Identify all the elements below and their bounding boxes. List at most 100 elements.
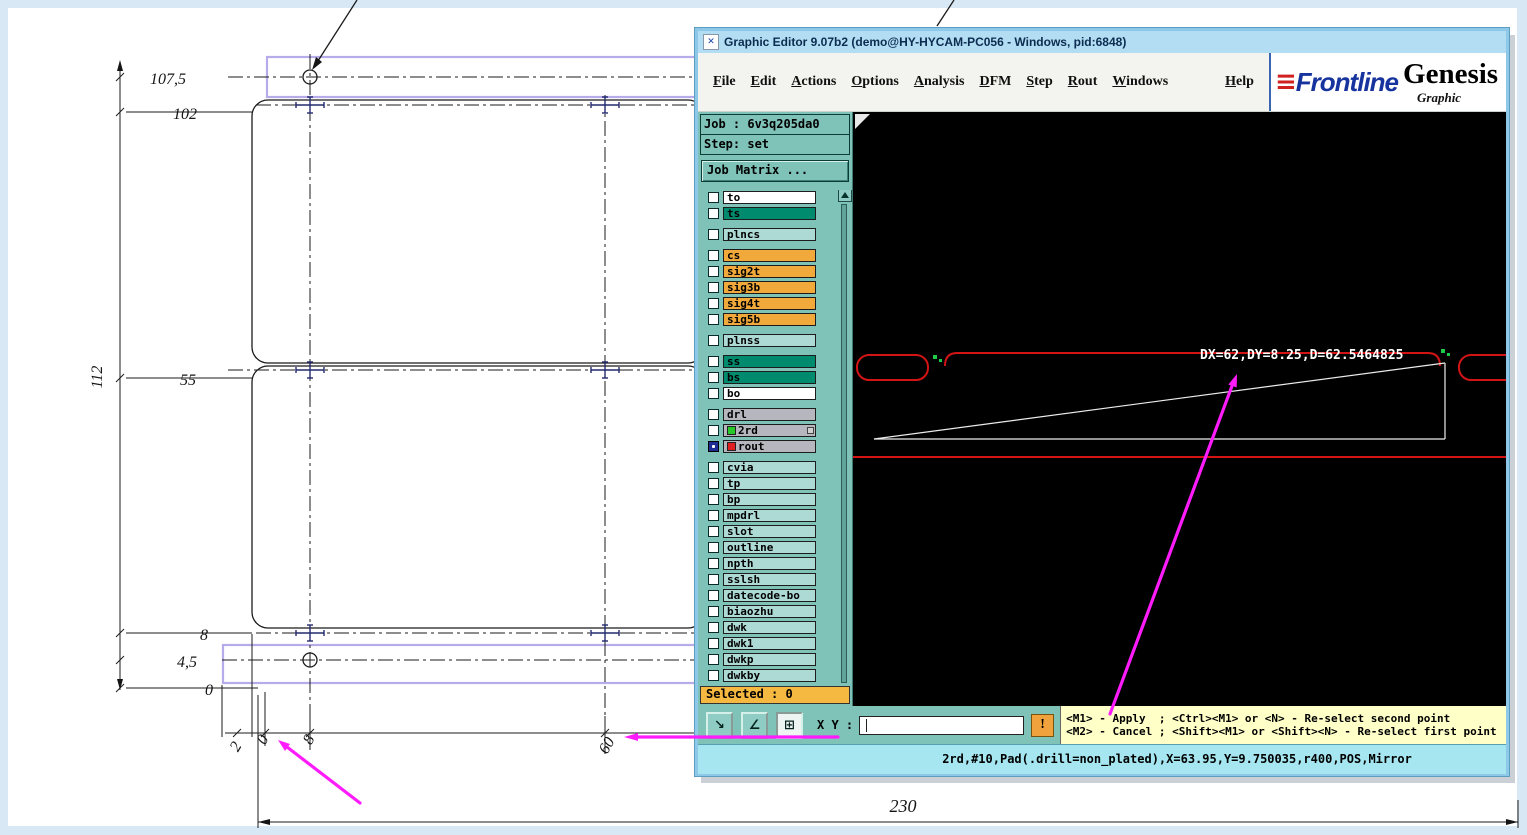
layer-name-cell[interactable]: sig3b xyxy=(723,281,816,294)
layer-visibility-checkbox[interactable] xyxy=(708,558,719,569)
layer-name-cell[interactable]: tp xyxy=(723,477,816,490)
layer-name-cell[interactable]: npth xyxy=(723,557,816,570)
layer-name-cell[interactable]: to xyxy=(723,191,816,204)
layer-name-cell[interactable]: 2rd xyxy=(723,424,816,437)
layer-name-cell[interactable]: sig2t xyxy=(723,265,816,278)
grid-tool-button[interactable]: ⊞ xyxy=(776,711,803,739)
layer-label: plnss xyxy=(727,334,761,347)
layer-label: biaozhu xyxy=(727,605,774,618)
layer-name-cell[interactable]: rout xyxy=(723,440,816,453)
layer-visibility-checkbox[interactable] xyxy=(708,590,719,601)
layer-name-cell[interactable]: drl xyxy=(723,408,816,421)
layer-row-sig4t: sig4t xyxy=(708,296,830,311)
layer-visibility-checkbox[interactable] xyxy=(708,462,719,473)
layer-visibility-checkbox[interactable] xyxy=(708,510,719,521)
job-matrix-button[interactable]: Job Matrix ... xyxy=(701,160,849,182)
layer-visibility-checkbox[interactable] xyxy=(708,356,719,367)
layer-row-drl: drl xyxy=(708,407,830,422)
layer-name-cell[interactable]: cvia xyxy=(723,461,816,474)
editor-canvas[interactable]: DX=62,DY=8.25,D=62.5464825 xyxy=(853,112,1506,706)
layer-visibility-checkbox[interactable] xyxy=(708,372,719,383)
layer-visibility-checkbox[interactable] xyxy=(708,622,719,633)
layer-name-cell[interactable]: bp xyxy=(723,493,816,506)
layer-name-cell[interactable]: sslsh xyxy=(723,573,816,586)
dimension-label: 0 xyxy=(205,682,213,699)
layer-name-cell[interactable]: sig5b xyxy=(723,313,816,326)
layer-name-cell[interactable]: datecode-bo xyxy=(723,589,816,602)
layer-visibility-checkbox[interactable] xyxy=(708,606,719,617)
layer-visibility-checkbox[interactable] xyxy=(708,208,719,219)
xy-input[interactable] xyxy=(859,715,1025,735)
layer-visibility-checkbox[interactable] xyxy=(708,542,719,553)
layer-visibility-checkbox[interactable] xyxy=(708,478,719,489)
menu-file[interactable]: File xyxy=(712,72,737,92)
layer-name-cell[interactable]: slot xyxy=(723,525,816,538)
layer-visibility-checkbox[interactable] xyxy=(708,494,719,505)
layer-visibility-checkbox[interactable] xyxy=(708,314,719,325)
layers-panel: Job : 6v3q205da0 Step: set Job Matrix ..… xyxy=(698,112,853,706)
menu-actions[interactable]: Actions xyxy=(790,72,837,92)
layer-name-cell[interactable]: sig4t xyxy=(723,297,816,310)
menu-analysis[interactable]: Analysis xyxy=(913,72,966,92)
layer-visibility-checkbox[interactable] xyxy=(708,654,719,665)
logo-product-sub: Graphic xyxy=(1417,90,1462,105)
job-info-box: Job : 6v3q205da0 Step: set xyxy=(700,114,850,155)
layer-name-cell[interactable]: bs xyxy=(723,371,816,384)
layer-name-cell[interactable]: mpdrl xyxy=(723,509,816,522)
layer-visibility-checkbox[interactable] xyxy=(708,250,719,261)
layer-visibility-checkbox[interactable] xyxy=(708,298,719,309)
dimension-label-height: 112 xyxy=(89,366,106,389)
layer-name-cell[interactable]: dwkp xyxy=(723,653,816,666)
layer-name-cell[interactable]: biaozhu xyxy=(723,605,816,618)
layer-name-cell[interactable]: bo xyxy=(723,387,816,400)
menubar-row: File Edit Actions Options Analysis DFM Step Rou… xyxy=(698,53,1506,112)
layer-name-cell[interactable]: plnss xyxy=(723,334,816,347)
scrollbar-up-button[interactable] xyxy=(838,190,852,202)
layer-visibility-checkbox[interactable] xyxy=(708,266,719,277)
step-label: Step: set xyxy=(701,134,849,154)
apply-button[interactable]: ! xyxy=(1031,713,1055,737)
layer-color-chip xyxy=(727,442,736,451)
layer-row-sslsh: sslsh xyxy=(708,572,830,587)
layer-name-cell[interactable]: plncs xyxy=(723,228,816,241)
menu-options[interactable]: Options xyxy=(850,72,899,92)
layer-name-cell[interactable]: cs xyxy=(723,249,816,262)
layer-label: ss xyxy=(727,355,741,368)
layer-visibility-checkbox[interactable] xyxy=(708,409,719,420)
menu-dfm[interactable]: DFM xyxy=(978,72,1012,92)
layer-visibility-checkbox[interactable] xyxy=(708,441,719,452)
menu-step[interactable]: Step xyxy=(1025,72,1053,92)
layer-name-cell[interactable]: outline xyxy=(723,541,816,554)
measure-tool-button[interactable]: ∠ xyxy=(741,711,768,739)
scrollbar-track[interactable] xyxy=(841,204,847,683)
layer-label: drl xyxy=(727,408,747,421)
layer-visibility-checkbox[interactable] xyxy=(708,229,719,240)
window-titlebar[interactable]: ✕ Graphic Editor 9.07b2 (demo@HY-HYCAM-P… xyxy=(698,31,1506,53)
menu-rout[interactable]: Rout xyxy=(1067,72,1099,92)
layer-visibility-checkbox[interactable] xyxy=(708,335,719,346)
menu-help[interactable]: Help xyxy=(1224,72,1255,92)
layer-name-cell[interactable]: dwk1 xyxy=(723,637,816,650)
layer-visibility-checkbox[interactable] xyxy=(708,192,719,203)
layer-name-cell[interactable]: dwkby xyxy=(723,669,816,682)
layer-label: cvia xyxy=(727,461,754,474)
layer-visibility-checkbox[interactable] xyxy=(708,425,719,436)
layer-label: outline xyxy=(727,541,774,554)
layer-name-cell[interactable]: dwk xyxy=(723,621,816,634)
layer-visibility-checkbox[interactable] xyxy=(708,388,719,399)
layer-visibility-checkbox[interactable] xyxy=(708,574,719,585)
layer-visibility-checkbox[interactable] xyxy=(708,670,719,681)
layer-name-cell[interactable]: ss xyxy=(723,355,816,368)
layer-visibility-checkbox[interactable] xyxy=(708,638,719,649)
pointer-tool-button[interactable]: ↘ xyxy=(706,711,733,739)
layer-label: datecode-bo xyxy=(727,589,800,602)
canvas-corner-marker xyxy=(855,114,870,129)
menu-edit[interactable]: Edit xyxy=(750,72,778,92)
xy-label: X Y : xyxy=(817,718,854,732)
dimension-label: 55 xyxy=(180,372,196,389)
layer-visibility-checkbox[interactable] xyxy=(708,282,719,293)
layer-name-cell[interactable]: ts xyxy=(723,207,816,220)
window-icon[interactable]: ✕ xyxy=(703,34,719,50)
layer-visibility-checkbox[interactable] xyxy=(708,526,719,537)
menu-windows[interactable]: Windows xyxy=(1111,72,1169,92)
